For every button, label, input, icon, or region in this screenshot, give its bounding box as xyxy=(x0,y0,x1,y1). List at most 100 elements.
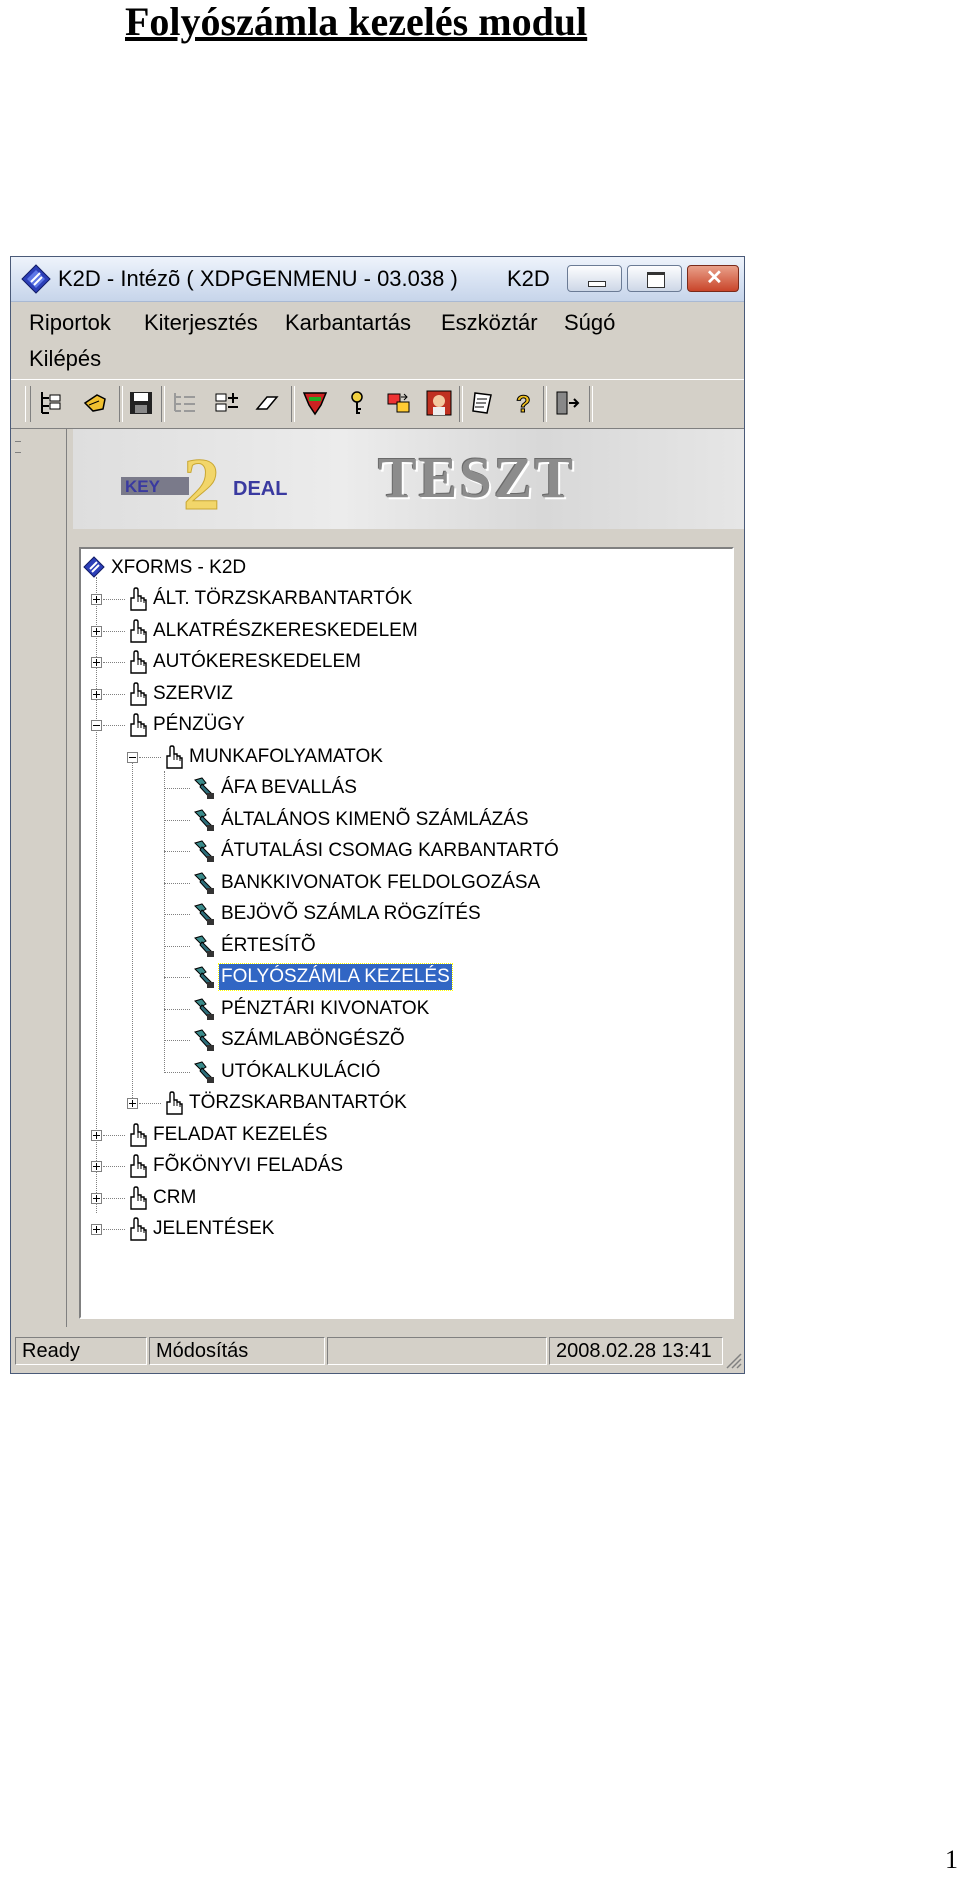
expand-plus-icon[interactable] xyxy=(91,1224,102,1235)
tree-item-label: SZERVIZ xyxy=(153,682,233,704)
expand-plus-icon[interactable] xyxy=(91,625,102,637)
key-button[interactable] xyxy=(341,387,373,419)
outline-button[interactable] xyxy=(169,387,201,419)
window-title-app: K2D xyxy=(507,266,550,291)
tree-connector xyxy=(164,945,190,947)
notes-button[interactable] xyxy=(467,387,499,419)
menu-eszkoztar[interactable]: Eszköztár xyxy=(441,310,538,336)
wrench-program-icon xyxy=(194,997,214,1020)
svg-text:?: ? xyxy=(516,391,531,417)
tree-root-label: XFORMS - K2D xyxy=(111,557,247,578)
wrench-program-icon xyxy=(194,871,214,894)
toolbar-separator xyxy=(543,386,547,422)
company-banner: KEY 2 DEAL TESZT xyxy=(73,429,744,529)
notes-icon xyxy=(472,392,492,414)
status-state: Ready xyxy=(15,1337,147,1365)
tree-item-label: FÕKÖNYVI FELADÁS xyxy=(153,1155,344,1176)
toolbar-separator xyxy=(119,386,123,422)
user-button[interactable] xyxy=(423,387,455,419)
status-mode: Módosítás xyxy=(149,1337,325,1365)
tree-connector xyxy=(103,599,125,600)
expand-plus-icon[interactable] xyxy=(91,688,102,700)
tree-connector xyxy=(103,693,125,695)
help-question-icon: ? xyxy=(516,391,532,418)
status-empty xyxy=(327,1337,547,1365)
wrench-program-icon xyxy=(194,777,214,799)
wrench-program-icon xyxy=(194,840,214,862)
transfer-button[interactable] xyxy=(383,387,415,419)
hand-folder-icon xyxy=(166,744,183,769)
maximize-icon xyxy=(647,272,665,288)
filter-button[interactable] xyxy=(299,387,331,419)
wrench-program-icon xyxy=(194,1029,214,1051)
tree-view-button[interactable] xyxy=(35,387,67,419)
xforms-root-icon xyxy=(83,556,105,578)
expand-plus-icon[interactable] xyxy=(91,1161,102,1172)
hand-folder-icon xyxy=(130,1154,147,1178)
splitter-marks xyxy=(15,441,21,453)
tree-view-icon xyxy=(41,392,61,414)
expand-plus-icon[interactable] xyxy=(91,657,102,668)
collapse-minus-icon[interactable] xyxy=(91,720,102,731)
tree-connector xyxy=(103,1197,125,1199)
expand-plus-icon[interactable] xyxy=(91,594,102,605)
menu-riportok[interactable]: Riportok xyxy=(29,310,111,336)
menu-tree-view[interactable]: XFORMS - K2D ÁLT. TÖRZSKARBANTARTÓK ALKAT… xyxy=(79,547,734,1319)
eraser-icon xyxy=(255,396,279,410)
tree-item-label: CRM xyxy=(153,1186,197,1208)
document-title: Folyószámla kezelés modul xyxy=(125,0,588,44)
hand-point-button[interactable] xyxy=(79,387,111,419)
tree-item-label: PÉNZTÁRI KIVONATOK xyxy=(221,997,430,1019)
minimize-button[interactable] xyxy=(567,265,622,292)
collapse-minus-icon[interactable] xyxy=(127,751,138,763)
tree-item-label: UTÓKALKULÁCIÓ xyxy=(221,1060,381,1082)
menu-kilepes[interactable]: Kilépés xyxy=(29,346,101,372)
menu-karbantartas[interactable]: Karbantartás xyxy=(285,310,411,336)
tree-item-label: ÉRTESÍTÕ xyxy=(221,934,316,956)
tree-connector xyxy=(103,1134,125,1136)
eraser-button[interactable] xyxy=(251,387,283,419)
tree-item-label: BEJÖVÕ SZÁMLA RÖGZÍTÉS xyxy=(221,903,481,924)
logo-text-deal: DEAL xyxy=(233,478,287,500)
title-bar[interactable]: K2D - Intézõ ( XDPGENMENU - 03.038 ) K2D… xyxy=(11,257,744,302)
toolbar-grip[interactable] xyxy=(25,386,31,422)
tree-connector xyxy=(103,1229,125,1230)
menu-kiterjesztes[interactable]: Kiterjesztés xyxy=(144,310,258,336)
tree-item-label: BANKKIVONATOK FELDOLGOZÁSA xyxy=(221,871,541,893)
wrench-program-icon xyxy=(194,808,214,831)
filter-face-icon xyxy=(302,392,328,416)
left-splitter-panel[interactable] xyxy=(11,429,67,1327)
tree-connector xyxy=(164,882,190,884)
hand-folder-icon xyxy=(130,681,147,706)
tree-connector xyxy=(139,756,161,758)
toolbar: ? xyxy=(11,379,744,429)
maximize-button[interactable] xyxy=(627,265,682,292)
wrench-program-icon xyxy=(194,966,214,988)
hand-folder-icon xyxy=(166,1091,183,1115)
menu-sugo[interactable]: Súgó xyxy=(564,310,615,336)
tree-item-label: TÖRZSKARBANTARTÓK xyxy=(189,1092,407,1113)
menu-bar: Riportok Kiterjesztés Karbantartás Eszkö… xyxy=(11,302,744,377)
exit-button[interactable] xyxy=(551,387,583,419)
hand-folder-icon xyxy=(130,1217,147,1241)
expand-plus-icon[interactable] xyxy=(127,1098,138,1109)
close-button[interactable]: ✕ xyxy=(687,265,739,292)
tree-item-label: FOLYÓSZÁMLA KEZELÉS xyxy=(218,963,453,991)
help-button[interactable]: ? xyxy=(507,387,539,419)
tree-connector xyxy=(164,851,190,852)
outline-disabled-icon xyxy=(174,393,195,412)
close-icon: ✕ xyxy=(706,267,723,289)
resize-grip-icon[interactable] xyxy=(724,1351,742,1369)
tree-connector xyxy=(164,1071,190,1073)
hand-folder-icon xyxy=(130,713,147,737)
k2d-app-icon xyxy=(21,264,51,294)
tree-item-label: MUNKAFOLYAMATOK xyxy=(189,745,383,767)
tree-connector xyxy=(103,1166,125,1167)
expand-plus-icon[interactable] xyxy=(91,1192,102,1204)
save-button[interactable] xyxy=(125,387,157,419)
add-item-button[interactable] xyxy=(211,387,243,419)
add-list-icon xyxy=(215,393,238,412)
tree-connector xyxy=(164,1040,190,1041)
tree-connector xyxy=(103,662,125,663)
expand-plus-icon[interactable] xyxy=(91,1129,102,1141)
